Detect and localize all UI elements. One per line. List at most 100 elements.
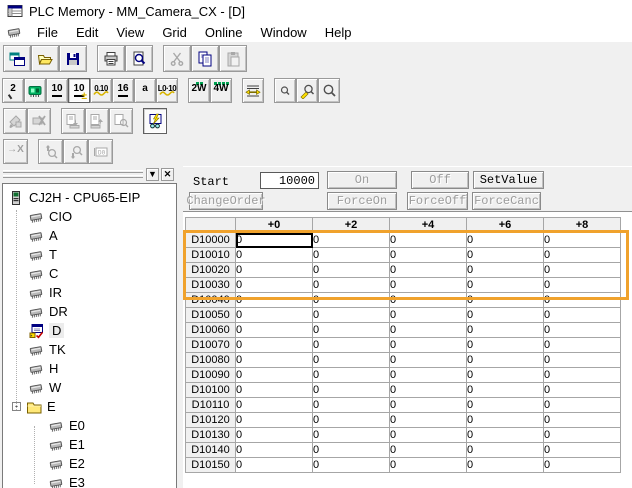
panel-dropdown-button[interactable]: ▼ [146,168,159,181]
copy-button[interactable] [191,45,219,72]
row-header[interactable]: D10060 [186,323,236,338]
paste-button[interactable] [219,45,247,72]
address-width-button[interactable] [242,78,264,103]
grid-cell[interactable]: 0 [544,248,621,263]
grid-cell[interactable]: 0 [544,278,621,293]
tree-item-w[interactable]: W [3,378,176,397]
grid-cell[interactable]: 0 [467,308,544,323]
tree-item-e[interactable]: -E [3,397,176,416]
grid-cell[interactable]: 0 [390,278,467,293]
row-header[interactable]: D10110 [186,398,236,413]
grid-cell[interactable]: 0 [390,323,467,338]
grid-cell[interactable]: 0 [236,233,313,248]
row-header[interactable]: D10010 [186,248,236,263]
grid-cell[interactable]: 0 [544,398,621,413]
grid-cell[interactable]: 0 [236,458,313,473]
grid-cell[interactable]: 0 [313,383,390,398]
row-header[interactable]: D10130 [186,428,236,443]
tree-item-cio[interactable]: CIO [3,207,176,226]
menu-item-grid[interactable]: Grid [153,23,196,42]
zoom-out-button[interactable] [274,78,296,103]
tree-item-dr[interactable]: DR [3,302,176,321]
grid-cell[interactable]: 0 [236,353,313,368]
grid-cell[interactable]: 0 [467,338,544,353]
tree-item-c[interactable]: C [3,264,176,283]
signed-decimal-button[interactable]: 10± [68,78,90,103]
fill-memory-button[interactable] [3,108,27,134]
grid-cell[interactable]: 0 [467,293,544,308]
tree-item-t[interactable]: T [3,245,176,264]
tree-item-tk[interactable]: TK [3,340,176,359]
grid-cell[interactable]: 0 [236,383,313,398]
grid-cell[interactable]: 0 [313,398,390,413]
clear-memory-button[interactable] [27,108,51,134]
tree-item-e2[interactable]: E2 [3,454,176,473]
forceoff-button[interactable]: ForceOff [407,192,468,210]
grid-cell[interactable]: 0 [467,248,544,263]
grid-cell[interactable]: 0 [236,308,313,323]
grid-cell[interactable]: 0 [236,368,313,383]
grid-cell[interactable]: 0 [236,338,313,353]
grid-cell[interactable]: 0 [467,263,544,278]
text-button[interactable]: a [134,78,156,103]
tree-item-a[interactable]: A [3,226,176,245]
menu-item-help[interactable]: Help [316,23,361,42]
grid-cell[interactable]: 0 [390,353,467,368]
on-button[interactable]: On [327,171,397,189]
off-button[interactable]: Off [411,171,469,189]
grid-cell[interactable]: 0 [313,293,390,308]
grid-cell[interactable]: 0 [544,368,621,383]
forceon-button[interactable]: ForceOn [327,192,397,210]
grid-cell[interactable]: 0 [467,398,544,413]
bcd-button[interactable] [24,78,46,103]
double-float-button[interactable]: L0·10 [156,78,178,103]
row-header[interactable]: D10000 [186,233,236,248]
grid-cell[interactable]: 0 [390,428,467,443]
grid-cell[interactable]: 0 [236,278,313,293]
tree-item-e0[interactable]: E0 [3,416,176,435]
tree-panel-handle[interactable]: ▼ ✕ [0,168,180,182]
menu-item-view[interactable]: View [107,23,153,42]
grid-cell[interactable]: 0 [236,413,313,428]
grid-cell[interactable]: 0 [390,248,467,263]
grid-cell[interactable]: 0 [467,458,544,473]
tree-item-root[interactable]: CJ2H - CPU65-EIP [3,188,176,207]
panel-close-button[interactable]: ✕ [161,168,174,181]
grid-cell[interactable]: 0 [390,383,467,398]
decimal-button[interactable]: 10 [46,78,68,103]
display-address-button[interactable]: D0 [88,139,113,164]
cut-button[interactable] [163,45,191,72]
grid-cell[interactable]: 0 [313,458,390,473]
grid-cell[interactable]: 0 [467,368,544,383]
zoom-in-button[interactable] [318,78,340,103]
grid-cell[interactable]: 0 [313,353,390,368]
grid-cell[interactable]: 0 [390,458,467,473]
grid-cell[interactable]: 0 [390,443,467,458]
four-word-button[interactable]: 4W [210,78,232,103]
row-header[interactable]: D10150 [186,458,236,473]
grid-cell[interactable]: 0 [313,263,390,278]
grid-cell[interactable]: 0 [467,233,544,248]
grid-cell[interactable]: 0 [313,368,390,383]
row-header[interactable]: D10080 [186,353,236,368]
compare-with-plc-button[interactable] [109,108,133,134]
find-back-button[interactable] [38,139,63,164]
start-address-input[interactable] [260,172,319,189]
row-header[interactable]: D10020 [186,263,236,278]
transfer-to-plc-button[interactable] [61,108,85,134]
row-header[interactable]: D10070 [186,338,236,353]
grid-cell[interactable]: 0 [467,278,544,293]
row-header[interactable]: D10040 [186,293,236,308]
binary-button[interactable]: 2 [2,78,24,103]
grid-cell[interactable]: 0 [544,308,621,323]
menu-item-online[interactable]: Online [196,23,252,42]
grid-cell[interactable]: 0 [236,323,313,338]
grid-cell[interactable]: 0 [544,383,621,398]
grid-cell[interactable]: 0 [390,398,467,413]
grid-cell[interactable]: 0 [544,353,621,368]
grid-cell[interactable]: 0 [236,263,313,278]
grid-cell[interactable]: 0 [236,398,313,413]
grid-cell[interactable]: 0 [236,293,313,308]
print-button[interactable] [97,45,125,72]
force-set-button[interactable]: →X [3,139,28,164]
